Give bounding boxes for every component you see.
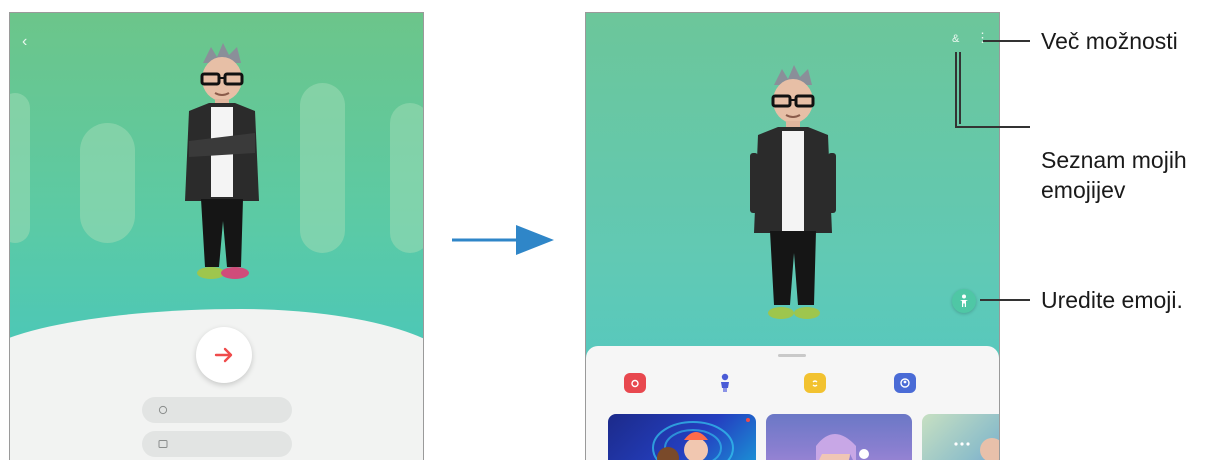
background-avatar bbox=[390, 103, 423, 253]
avatar bbox=[750, 65, 836, 319]
left-phone-screen: ‹ bbox=[9, 12, 424, 460]
leader-line-edit-emoji bbox=[980, 299, 1030, 301]
category-camera[interactable] bbox=[624, 372, 652, 394]
profile-icon bbox=[894, 373, 916, 393]
more-options-icon[interactable]: ⋮ bbox=[976, 30, 989, 46]
my-emojis-icon[interactable]: & bbox=[952, 33, 959, 45]
leader-line-more-options bbox=[983, 40, 1030, 42]
content-thumbnail[interactable] bbox=[766, 414, 912, 460]
callout-my-emojis-line2: emojijev bbox=[1041, 177, 1126, 203]
callout-more-options: Več možnosti bbox=[1041, 28, 1178, 54]
sheet-handle[interactable] bbox=[778, 354, 806, 357]
image-icon bbox=[158, 440, 168, 448]
background-avatar bbox=[300, 83, 345, 253]
next-button[interactable] bbox=[196, 327, 252, 383]
background-avatar bbox=[10, 93, 30, 243]
arrow-right-icon bbox=[214, 347, 233, 363]
leader-line-my-emojis bbox=[955, 126, 1030, 128]
create-from-image-button[interactable] bbox=[142, 431, 292, 457]
category-profile[interactable] bbox=[894, 372, 922, 394]
category-doll[interactable] bbox=[714, 372, 742, 394]
right-phone-screen: & ⋮ bbox=[585, 12, 1000, 460]
edit-emoji-button[interactable] bbox=[952, 289, 976, 313]
body-edit-icon bbox=[960, 294, 968, 307]
sticker-icon bbox=[804, 373, 826, 393]
content-thumbnail[interactable] bbox=[922, 414, 999, 460]
content-thumbnail[interactable] bbox=[608, 414, 756, 460]
bottom-sheet bbox=[586, 346, 999, 460]
camera-icon bbox=[624, 373, 646, 393]
create-with-camera-button[interactable] bbox=[142, 397, 292, 423]
avatar bbox=[185, 43, 259, 279]
callout-edit-emoji: Uredite emoji. bbox=[1041, 287, 1183, 313]
background-avatar bbox=[80, 123, 135, 243]
leader-line-my-emojis bbox=[955, 52, 957, 128]
transition-arrow-icon bbox=[452, 225, 554, 255]
callout-my-emojis-line1: Seznam mojih bbox=[1041, 147, 1187, 173]
face-icon bbox=[158, 405, 168, 415]
category-stickers[interactable] bbox=[804, 372, 832, 394]
back-icon[interactable]: ‹ bbox=[22, 33, 27, 51]
leader-line-my-emojis bbox=[959, 52, 961, 124]
record-indicator bbox=[746, 418, 750, 422]
doll-icon bbox=[714, 373, 736, 393]
